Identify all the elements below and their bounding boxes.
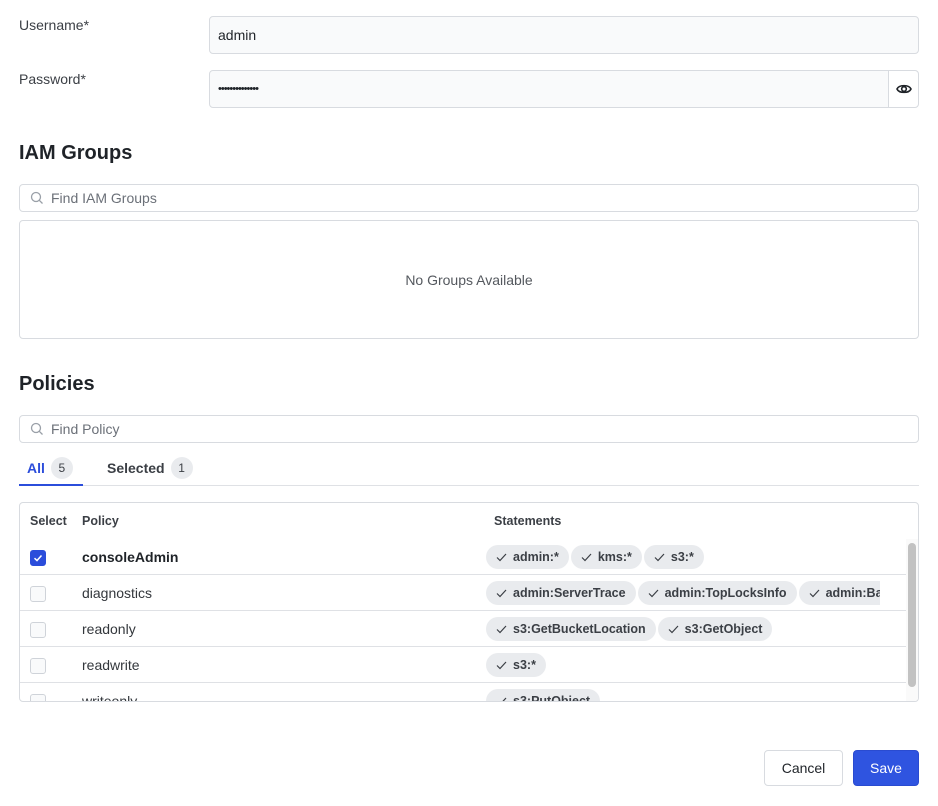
policy-checkbox[interactable]: [30, 622, 46, 638]
tab-all[interactable]: All 5: [27, 457, 73, 479]
policy-name: writeonly: [82, 693, 138, 702]
policy-checkbox[interactable]: [30, 586, 46, 602]
iam-groups-title: IAM Groups: [19, 142, 133, 164]
policy-name: readwrite: [82, 657, 140, 673]
tab-all-label: All: [27, 460, 45, 476]
check-icon: [496, 661, 507, 669]
policy-statements: admin:ServerTrace admin:TopLocksInfo admin…: [486, 581, 880, 605]
check-icon: [809, 589, 820, 597]
username-input[interactable]: admin: [209, 16, 919, 54]
toggle-password-visibility-button[interactable]: [888, 71, 918, 107]
check-icon: [668, 625, 679, 633]
save-button[interactable]: Save: [853, 750, 919, 786]
tabs-divider: [19, 485, 919, 486]
iam-groups-list: No Groups Available: [19, 220, 919, 339]
policy-search[interactable]: Find Policy: [19, 415, 919, 443]
policy-checkbox[interactable]: [30, 658, 46, 674]
policies-title: Policies: [19, 373, 95, 395]
table-row[interactable]: readwrite s3:*: [20, 647, 906, 683]
check-icon: [496, 589, 507, 597]
policy-statements: s3:GetBucketLocation s3:GetObject: [486, 617, 880, 641]
check-icon: [496, 553, 507, 561]
statement-pill: s3:PutObject: [486, 689, 601, 701]
check-icon: [497, 697, 507, 701]
table-row[interactable]: writeonly s3:PutObject: [20, 683, 906, 702]
column-select: Select: [30, 514, 67, 528]
policies-table: Select Policy Statements consoleAdmin ad…: [19, 502, 919, 702]
column-statements: Statements: [494, 514, 562, 528]
statement-pill: admin:ServerTrace: [486, 581, 636, 605]
table-row[interactable]: diagnostics admin:ServerTrace admin:TopLo…: [20, 575, 906, 611]
policy-name: consoleAdmin: [82, 549, 179, 565]
username-value: admin: [218, 27, 257, 43]
password-value: ••••••••••••••: [218, 83, 259, 95]
password-label: Password*: [19, 71, 86, 87]
statement-pill: admin:Band: [798, 581, 880, 605]
policy-statements: s3:*: [486, 653, 880, 677]
check-icon: [648, 589, 659, 597]
column-policy: Policy: [82, 514, 119, 528]
table-scrollbar-thumb[interactable]: [908, 543, 916, 687]
check-icon: [581, 553, 592, 561]
policy-statements: s3:PutObject: [486, 689, 880, 701]
username-label: Username*: [19, 17, 90, 33]
policy-checkbox[interactable]: [30, 694, 46, 701]
tab-all-count: 5: [50, 457, 73, 479]
eye-icon: [895, 84, 912, 94]
policy-search-placeholder: Find Policy: [51, 421, 120, 437]
cancel-button[interactable]: Cancel: [764, 750, 843, 786]
statement-pill: s3:GetBucketLocation: [486, 617, 656, 641]
policy-name: diagnostics: [82, 585, 153, 601]
policy-name: readonly: [82, 621, 136, 637]
table-row[interactable]: consoleAdmin admin:* kms:* s3:*: [20, 539, 906, 575]
table-row[interactable]: readonly s3:GetBucketLocation s3:GetObjec…: [20, 611, 906, 647]
search-icon: [30, 422, 43, 435]
tab-selected-count: 1: [170, 457, 193, 479]
iam-groups-search-placeholder: Find IAM Groups: [51, 190, 157, 206]
tab-selected-label: Selected: [107, 460, 165, 476]
search-icon: [30, 191, 43, 204]
table-header: Select Policy Statements: [20, 503, 918, 539]
checkmark-icon: [33, 554, 43, 562]
statement-pill: s3:*: [643, 545, 704, 569]
statement-pill: admin:TopLocksInfo: [637, 581, 797, 605]
statement-pill: admin:*: [486, 545, 569, 569]
policy-checkbox[interactable]: [30, 550, 46, 566]
no-groups-message: No Groups Available: [405, 271, 533, 288]
password-input[interactable]: ••••••••••••••: [209, 70, 919, 108]
iam-groups-search[interactable]: Find IAM Groups: [19, 184, 919, 212]
tab-selected[interactable]: Selected 1: [107, 457, 193, 479]
statement-pill: s3:*: [486, 653, 546, 677]
check-icon: [496, 625, 507, 633]
statement-pill: s3:GetObject: [657, 617, 773, 641]
tab-all-indicator: [19, 484, 83, 486]
check-icon: [654, 553, 665, 561]
policy-statements: admin:* kms:* s3:*: [486, 545, 880, 569]
statement-pill: kms:*: [570, 545, 642, 569]
